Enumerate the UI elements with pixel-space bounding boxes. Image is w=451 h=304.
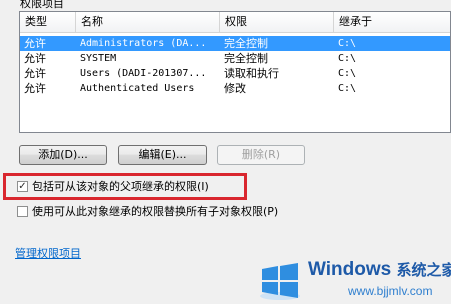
edit-button[interactable]: 编辑(E)... [118,145,207,165]
replace-child-permissions-checkbox[interactable] [17,206,28,217]
list-item[interactable]: 允许 Administrators (DA... 完全控制 C:\ [20,36,450,51]
cell-name: Administrators (DA... [80,38,207,49]
cell-permission: 修改 [224,82,246,95]
cell-inherited-from: C:\ [338,68,357,79]
column-header-name[interactable]: 名称 [76,12,220,32]
watermark-title: Windows 系统之家 [308,259,451,281]
watermark-title-chinese: 系统之家 [396,262,451,279]
watermark: Windows 系统之家 www.bjjmlv.com [258,255,451,304]
cell-name: SYSTEM [80,53,117,64]
cell-name: Authenticated Users [80,83,195,94]
cell-permission: 完全控制 [224,37,268,50]
cell-inherited-from: C:\ [338,53,357,64]
add-button[interactable]: 添加(D)... [19,145,107,165]
cell-type: 允许 [24,67,46,80]
list-item[interactable]: 允许 Users (DADI-201307... 读取和执行 C:\ [20,66,450,81]
section-label: 权限项目 [20,0,64,10]
list-header: 类型 名称 权限 继承于 [20,12,450,33]
cell-permission: 读取和执行 [224,67,279,80]
watermark-url: www.bjjmlv.com [348,284,433,298]
cell-permission: 完全控制 [224,52,268,65]
inherit-permissions-checkbox[interactable]: ✓ [17,181,28,192]
list-item[interactable]: 允许 SYSTEM 完全控制 C:\ [20,51,450,66]
windows-logo-icon [260,263,300,300]
column-header-type[interactable]: 类型 [20,12,76,32]
manage-permission-entries-link[interactable]: 管理权限项目 [15,245,81,261]
cell-name: Users (DADI-201307... [80,68,207,79]
replace-child-permissions-label[interactable]: 使用可从此对象继承的权限替换所有子对象权限(P) [32,204,278,220]
cell-type: 允许 [24,82,46,95]
column-header-inherited-from[interactable]: 继承于 [334,12,451,32]
inherit-permissions-label[interactable]: 包括可从该对象的父项继承的权限(I) [32,179,209,195]
permission-entries-list[interactable]: 类型 名称 权限 继承于 允许 Administrators (DA... 完全… [19,11,451,133]
watermark-title-windows: Windows [308,259,392,280]
cell-inherited-from: C:\ [338,83,357,94]
remove-button[interactable]: 删除(R) [217,145,305,165]
cell-type: 允许 [24,52,46,65]
column-header-permission[interactable]: 权限 [220,12,334,32]
list-item[interactable]: 允许 Authenticated Users 修改 C:\ [20,81,450,96]
cell-inherited-from: C:\ [338,38,357,49]
cell-type: 允许 [24,37,46,50]
